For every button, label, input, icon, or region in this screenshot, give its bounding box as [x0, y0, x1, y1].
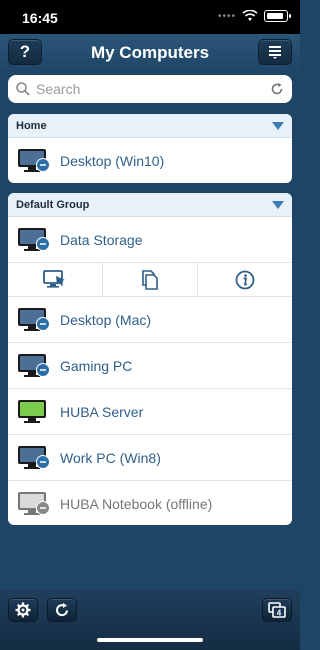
collapse-arrow-icon[interactable]: [272, 201, 284, 209]
computer-row[interactable]: HUBA Server: [8, 389, 292, 435]
refresh-icon[interactable]: [270, 82, 284, 96]
remote-control-icon: [43, 269, 65, 288]
server-icon: [18, 398, 52, 426]
computer-icon: [18, 352, 52, 380]
computer-name: Work PC (Win8): [60, 449, 161, 466]
sessions-button[interactable]: 4: [262, 598, 292, 622]
computer-name: Desktop (Mac): [60, 311, 152, 328]
computer-actions: [8, 263, 292, 297]
bottom-toolbar: 4: [0, 590, 300, 650]
computer-icon: [18, 444, 52, 472]
computer-icon: [18, 306, 52, 334]
battery-icon: [264, 10, 291, 22]
computer-name: Data Storage: [60, 231, 143, 248]
computer-name: HUBA Notebook (offline): [60, 496, 213, 512]
group-header[interactable]: Default Group: [8, 193, 292, 217]
computer-name: Gaming PC: [60, 357, 133, 374]
info-icon: [235, 270, 255, 289]
gear-icon: [15, 602, 31, 618]
page-title: My Computers: [90, 43, 210, 62]
computer-name: HUBA Server: [60, 403, 144, 420]
info-button[interactable]: [198, 263, 292, 296]
computer-row[interactable]: Data Storage: [8, 217, 292, 263]
file-transfer-icon: [142, 269, 158, 290]
computer-icon: [18, 226, 52, 254]
computer-row[interactable]: Desktop (Mac): [8, 297, 292, 343]
computer-row[interactable]: Gaming PC: [8, 343, 292, 389]
refresh-button[interactable]: [47, 598, 77, 622]
file-transfer-button[interactable]: [103, 263, 198, 296]
search-bar: [8, 75, 292, 103]
home-indicator[interactable]: [97, 638, 203, 642]
settings-button[interactable]: [8, 598, 38, 622]
search-input[interactable]: [36, 77, 270, 101]
list-menu-icon: [269, 46, 281, 59]
sessions-icon: 4: [268, 602, 286, 618]
group-name: Home: [16, 119, 47, 132]
group-name: Default Group: [16, 198, 90, 211]
computer-row[interactable]: Work PC (Win8): [8, 435, 292, 481]
remote-control-button[interactable]: [8, 263, 103, 296]
computer-name: Desktop (Win10): [60, 153, 165, 169]
group-default: Default Group Data Storage Desktop (Mac)…: [8, 193, 292, 525]
nav-bar: ? My Computers: [0, 34, 300, 72]
cellular-icon: ••••: [217, 10, 236, 22]
computer-row[interactable]: Desktop (Win10): [8, 138, 292, 183]
computer-row[interactable]: HUBA Notebook (offline): [8, 481, 292, 525]
status-time: 16:45: [22, 10, 58, 26]
menu-button[interactable]: [258, 39, 292, 65]
computer-icon: [18, 147, 52, 175]
status-bar: 16:45 ••••: [0, 0, 300, 34]
status-icons: ••••: [217, 10, 291, 22]
wifi-icon: [242, 10, 258, 21]
collapse-arrow-icon[interactable]: [272, 122, 284, 130]
group-header[interactable]: Home: [8, 114, 292, 138]
refresh-icon: [56, 603, 68, 617]
search-icon: [16, 82, 30, 96]
computer-offline-icon: [18, 490, 52, 518]
group-home: Home Desktop (Win10): [8, 114, 292, 183]
session-count: 4: [277, 609, 282, 618]
